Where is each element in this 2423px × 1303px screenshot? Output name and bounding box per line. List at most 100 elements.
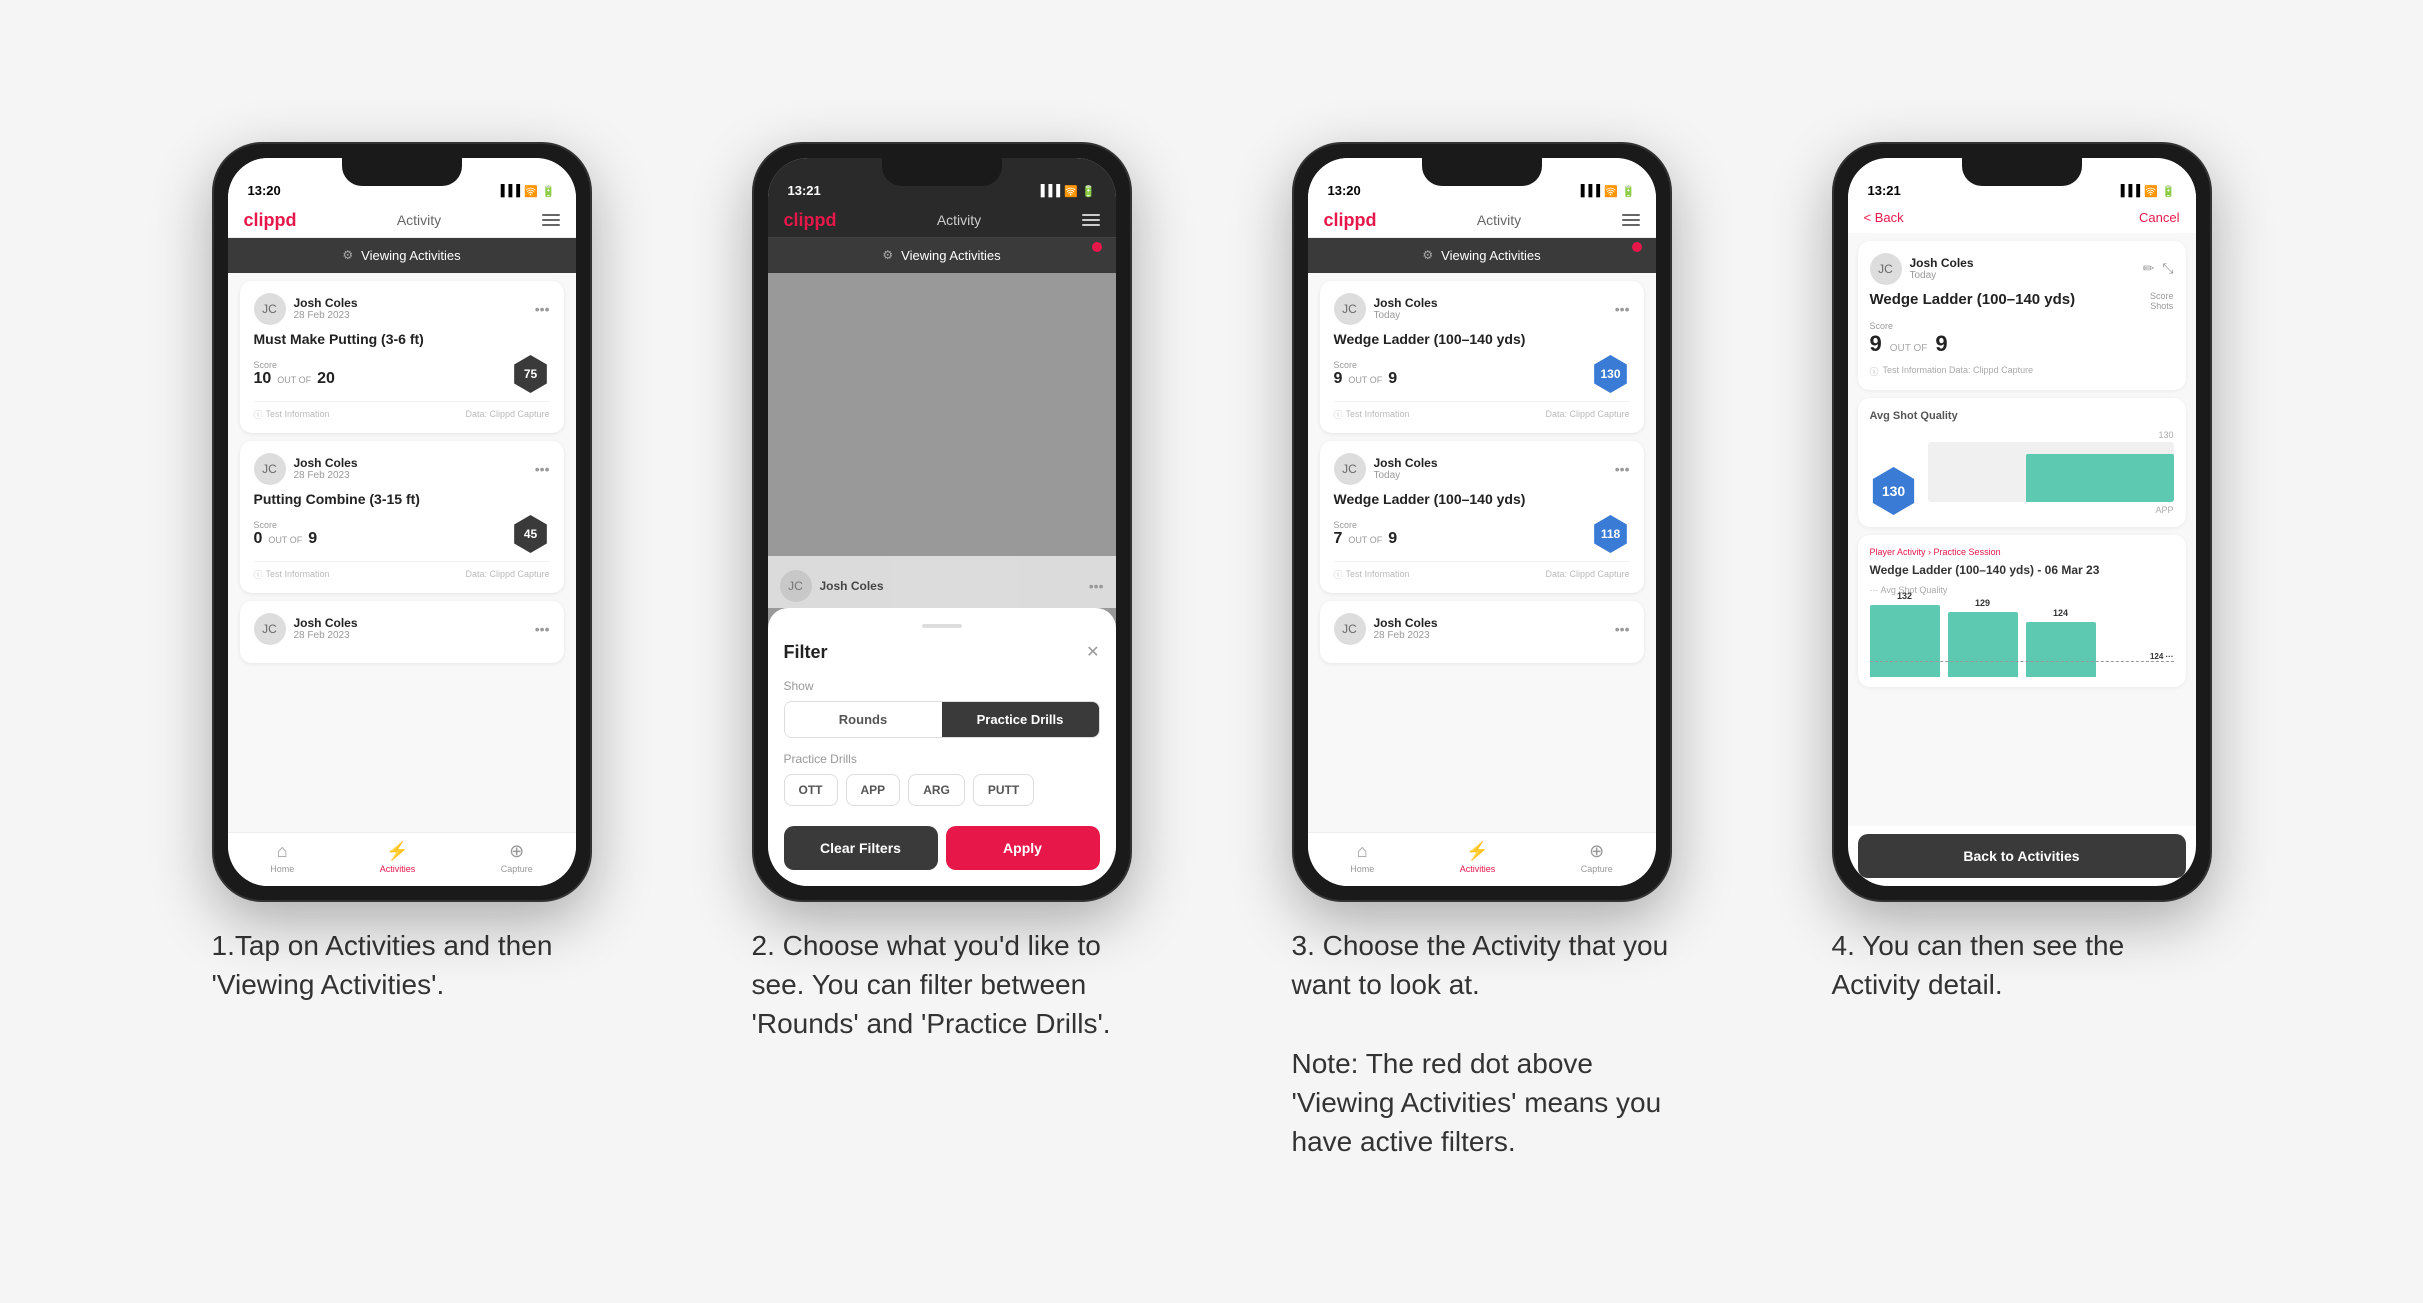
viewing-bar-2[interactable]: ⚙ Viewing Activities <box>768 238 1116 273</box>
back-btn-4[interactable]: < Back <box>1864 210 1904 225</box>
activity-card-3-2[interactable]: JC Josh Coles Today ••• Wedge Ladder (10… <box>1320 441 1644 593</box>
status-time-2: 13:21 <box>788 183 821 198</box>
three-dots-1-1[interactable]: ••• <box>535 301 550 317</box>
chip-ott-2[interactable]: OTT <box>784 774 838 806</box>
chip-arg-2[interactable]: ARG <box>908 774 965 806</box>
hex-val-4: 130 <box>1870 467 1918 515</box>
hamburger-1[interactable] <box>542 214 560 226</box>
card-stats-1-1: Score 10 OUT OF 20 75 <box>254 355 550 393</box>
card-title-3-1: Wedge Ladder (100–140 yds) <box>1334 331 1630 347</box>
user-info-1-2: Josh Coles 28 Feb 2023 <box>294 456 358 481</box>
back-to-activities-btn-4[interactable]: Back to Activities <box>1858 834 2186 878</box>
hamburger-2[interactable] <box>1082 214 1100 226</box>
user-name-3-3: Josh Coles <box>1374 616 1438 630</box>
detail-info-row-4: ⓘ Test Information Data: Clippd Capture <box>1870 365 2174 378</box>
activity-card-1-2[interactable]: JC Josh Coles 28 Feb 2023 ••• Putting Co… <box>240 441 564 593</box>
user-name-1-3: Josh Coles <box>294 616 358 630</box>
peek-avatar-2: JC <box>780 570 812 602</box>
nav-title-2: Activity <box>937 212 981 228</box>
chip-putt-2[interactable]: PUTT <box>973 774 1034 806</box>
apply-btn-2[interactable]: Apply <box>946 826 1100 870</box>
shot-quality-1-2: 45 <box>512 515 550 553</box>
nav-capture-1[interactable]: ⊕ Capture <box>501 841 533 874</box>
filter-peek-2: JC Josh Coles ••• <box>768 556 1116 608</box>
three-dots-3-2[interactable]: ••• <box>1615 461 1630 477</box>
cancel-btn-4[interactable]: Cancel <box>2139 210 2179 225</box>
phone-frame-4: 13:21 ▐▐▐ 🛜 🔋 < Back Cancel <box>1832 142 2212 902</box>
three-dots-3-3[interactable]: ••• <box>1615 621 1630 637</box>
logo-2: clippd <box>784 210 837 231</box>
activity-card-1-1[interactable]: JC Josh Coles 28 Feb 2023 ••• Must Make … <box>240 281 564 433</box>
card-header-1-3: JC Josh Coles 28 Feb 2023 ••• <box>254 613 550 645</box>
phone-col-4: 13:21 ▐▐▐ 🛜 🔋 < Back Cancel <box>1782 142 2262 1004</box>
viewing-bar-3[interactable]: ⚙ Viewing Activities <box>1308 238 1656 273</box>
three-dots-1-2[interactable]: ••• <box>535 461 550 477</box>
clear-filters-btn-2[interactable]: Clear Filters <box>784 826 938 870</box>
phone-frame-2: 13:21 ▐▐▐ 🛜 🔋 clippd Activity <box>752 142 1132 902</box>
nav-home-1[interactable]: ⌂ Home <box>270 841 294 874</box>
drill-chips-2: OTT APP ARG PUTT <box>784 774 1100 806</box>
bar-3-4: 124 <box>2026 622 2096 677</box>
activity-card-3-1[interactable]: JC Josh Coles Today ••• Wedge Ladder (10… <box>1320 281 1644 433</box>
user-date-3-3: 28 Feb 2023 <box>1374 630 1438 641</box>
peek-user-name-2: Josh Coles <box>820 579 884 593</box>
edit-icon-4[interactable]: ✏ <box>2143 260 2155 277</box>
nav-title-1: Activity <box>397 212 441 228</box>
chip-app-2[interactable]: APP <box>846 774 901 806</box>
notch-3 <box>1422 158 1542 186</box>
nav-capture-3[interactable]: ⊕ Capture <box>1581 841 1613 874</box>
bottom-nav-3: ⌂ Home ⚡ Activities ⊕ Capture <box>1308 832 1656 886</box>
phone-screen-2: 13:21 ▐▐▐ 🛜 🔋 clippd Activity <box>768 158 1116 886</box>
nav-bar-1: clippd Activity <box>228 202 576 238</box>
scroll-content-1: JC Josh Coles 28 Feb 2023 ••• Must Make … <box>228 273 576 832</box>
filter-icon-3: ⚙ <box>1422 248 1433 262</box>
viewing-bar-1[interactable]: ⚙ Viewing Activities <box>228 238 576 273</box>
nav-activities-1[interactable]: ⚡ Activities <box>380 841 416 874</box>
activity-card-3-3[interactable]: JC Josh Coles 28 Feb 2023 ••• <box>1320 601 1644 663</box>
caption-2: 2. Choose what you'd like to see. You ca… <box>752 926 1132 1044</box>
user-date-1-3: 28 Feb 2023 <box>294 630 358 641</box>
status-time-1: 13:20 <box>248 183 281 198</box>
phone-frame-3: 13:20 ▐▐▐ 🛜 🔋 clippd Activity <box>1292 142 1672 902</box>
hamburger-3[interactable] <box>1622 214 1640 226</box>
notch-4 <box>1962 158 2082 186</box>
filter-toggle-drills-2[interactable]: Practice Drills <box>942 702 1099 737</box>
user-info-1-1: Josh Coles 28 Feb 2023 <box>294 296 358 321</box>
filter-overlay-2: JC Josh Coles ••• Filter ✕ <box>768 273 1116 886</box>
avatar-1-2: JC <box>254 453 286 485</box>
viewing-bar-text-3: Viewing Activities <box>1441 248 1540 263</box>
user-name-3-1: Josh Coles <box>1374 296 1438 310</box>
phone-screen-3: 13:20 ▐▐▐ 🛜 🔋 clippd Activity <box>1308 158 1656 886</box>
card-stats-1-2: Score 0 OUT OF 9 45 <box>254 515 550 553</box>
detail-back-bar-4: < Back Cancel <box>1848 202 2196 233</box>
peek-dots-2: ••• <box>1089 578 1104 594</box>
user-name-3-2: Josh Coles <box>1374 456 1438 470</box>
expand-icon-4[interactable]: ⤡ <box>2162 260 2173 277</box>
phone-col-2: 13:21 ▐▐▐ 🛜 🔋 clippd Activity <box>702 142 1182 1044</box>
status-time-4: 13:21 <box>1868 183 1901 198</box>
phones-row: 13:20 ▐▐▐ 🛜 🔋 clippd Activity <box>162 142 2262 1161</box>
card-header-3-3: JC Josh Coles 28 Feb 2023 ••• <box>1334 613 1630 645</box>
card-user-1-1: JC Josh Coles 28 Feb 2023 <box>254 293 358 325</box>
card-user-3-2: JC Josh Coles Today <box>1334 453 1438 485</box>
logo-1: clippd <box>244 210 297 231</box>
filter-toggle-rounds-2[interactable]: Rounds <box>785 702 942 737</box>
three-dots-1-3[interactable]: ••• <box>535 621 550 637</box>
three-dots-3-1[interactable]: ••• <box>1615 301 1630 317</box>
detail-avatar-4: JC <box>1870 253 1902 285</box>
filter-close-btn-2[interactable]: ✕ <box>1086 642 1099 662</box>
nav-activities-3[interactable]: ⚡ Activities <box>1460 841 1496 874</box>
chart-card-4: Avg Shot Quality 130 130 APP <box>1858 398 2186 527</box>
card-user-3-3: JC Josh Coles 28 Feb 2023 <box>1334 613 1438 645</box>
card-footer-3-2: ⓘ Test Information Data: Clippd Capture <box>1334 561 1630 581</box>
avatar-3-3: JC <box>1334 613 1366 645</box>
phone-col-1: 13:20 ▐▐▐ 🛜 🔋 clippd Activity <box>162 142 642 1004</box>
activity-card-1-3[interactable]: JC Josh Coles 28 Feb 2023 ••• <box>240 601 564 663</box>
user-date-1-1: 28 Feb 2023 <box>294 310 358 321</box>
chart-title-4: Avg Shot Quality <box>1870 410 2174 422</box>
avatar-1-3: JC <box>254 613 286 645</box>
stat-score-1-1: Score 10 OUT OF 20 <box>254 360 335 388</box>
nav-home-3[interactable]: ⌂ Home <box>1350 841 1374 874</box>
nav-title-3: Activity <box>1477 212 1521 228</box>
card-header-3-2: JC Josh Coles Today ••• <box>1334 453 1630 485</box>
